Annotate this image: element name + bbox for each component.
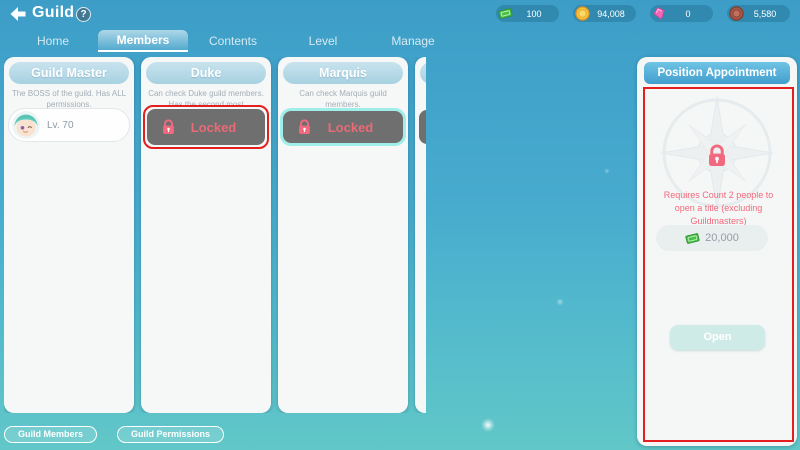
tab-manage[interactable]: Manage [368,30,458,52]
sparkle-decoration [481,418,495,432]
guild-members-button[interactable]: Guild Members [4,426,97,443]
card-duke-title: Duke [146,62,266,84]
footer-buttons: Guild Members Guild Permissions [4,426,224,443]
duke-locked-label: Locked [176,120,251,135]
currency-bar: 100 94,008 0 5,580 [496,5,790,22]
currency-gem[interactable]: 0 [650,5,713,22]
page-title: Guild [32,4,74,22]
tab-level[interactable]: Level [278,30,368,52]
duke-locked-button[interactable]: Locked [147,109,265,145]
back-arrow-icon[interactable] [9,6,27,22]
card-guild-master-title: Guild Master [9,62,129,84]
lock-icon [706,144,728,167]
marquis-locked-glow: Locked [283,111,403,143]
tab-bar: Home Members Contents Level Manage [8,30,458,52]
guild-permissions-button[interactable]: Guild Permissions [117,426,224,443]
tab-members[interactable]: Members [98,30,188,52]
currency-cash[interactable]: 100 [496,5,559,22]
card-next-partial-header [420,62,426,84]
card-marquis: Marquis Can check Marquis guild members.… [278,57,408,413]
position-cards: Guild Master The BOSS of the guild. Has … [4,57,426,413]
help-icon[interactable]: ? [76,7,91,22]
currency-medal[interactable]: 5,580 [727,5,790,22]
tab-contents[interactable]: Contents [188,30,278,52]
panel-title: Position Appointment [644,62,790,84]
card-guild-master: Guild Master The BOSS of the guild. Has … [4,57,134,413]
open-button[interactable]: Open [670,325,765,350]
sparkle-decoration [604,168,610,174]
currency-cash-value: 100 [515,9,553,19]
card-next-partial-locked-button[interactable] [419,110,426,144]
lock-icon [297,119,312,135]
guild-screen: { "header": { "title": "Guild", "help_la… [0,0,800,450]
currency-gem-value: 0 [669,9,707,19]
currency-gold-value: 94,008 [592,9,630,19]
member-level: Lv. 70 [47,120,74,131]
money-bill-icon [685,231,700,246]
cost-pill: 20,000 [656,225,768,251]
cost-value: 20,000 [705,232,739,244]
position-appointment-panel: Position Appointment [637,57,797,446]
marquis-locked-button[interactable]: Locked [283,111,403,143]
duke-locked-annotation: Locked [143,105,269,149]
currency-medal-value: 5,580 [746,9,784,19]
currency-gold[interactable]: 94,008 [573,5,636,22]
gold-coin-icon [575,6,590,21]
card-marquis-title: Marquis [283,62,403,84]
pink-gem-icon [652,6,667,21]
card-duke: Duke Can check Duke guild members. Has t… [141,57,271,413]
sparkle-decoration [556,298,564,306]
guild-master-member-row[interactable]: Lv. 70 [8,108,130,142]
card-next-partial [415,57,426,413]
panel-annotation-box: Requires Count 2 people to open a title … [643,87,794,442]
lock-icon [161,119,176,135]
money-bill-icon [498,6,513,21]
card-marquis-description: Can check Marquis guild members. [285,89,401,111]
member-avatar [12,111,40,139]
requirement-text: Requires Count 2 people to open a title … [655,189,782,228]
marquis-locked-label: Locked [312,120,389,135]
tab-home[interactable]: Home [8,30,98,52]
top-bar: Guild ? 100 94,008 0 5,580 [0,0,800,28]
red-coin-icon [729,6,744,21]
